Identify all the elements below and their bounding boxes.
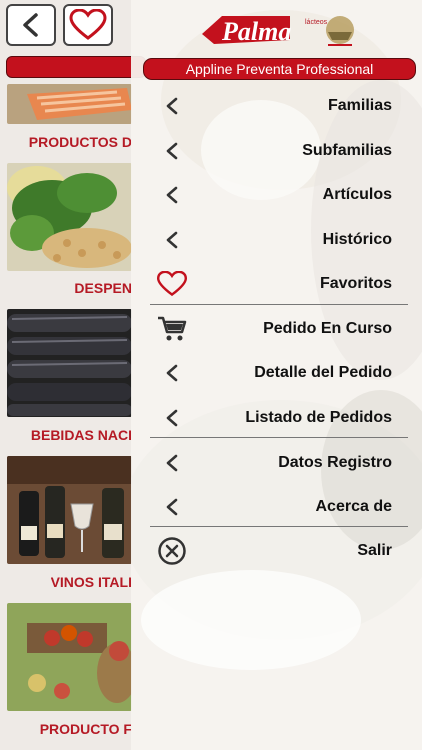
menu-item-label: Artículos [322, 186, 392, 203]
category-image-fruit [7, 603, 132, 711]
chevron-left-icon [154, 403, 190, 433]
category-image-bottles [7, 309, 132, 417]
menu-item-label: Histórico [322, 231, 392, 248]
menu-item-label: Salir [357, 542, 392, 559]
menu-item-pedido-en-curso[interactable]: Pedido En Curso [150, 307, 408, 351]
menu-item-articulos[interactable]: Artículos [150, 173, 408, 217]
category-image-wine [7, 456, 132, 564]
chevron-left-icon [154, 91, 190, 121]
menu-item-label: Pedido En Curso [263, 320, 392, 337]
menu-item-detalle-del-pedido[interactable]: Detalle del Pedido [150, 351, 408, 395]
category-header-bar [6, 56, 146, 78]
menu-item-label: Favoritos [319, 275, 392, 292]
cart-icon [154, 314, 190, 344]
category-item[interactable]: VINOS ITALI [7, 456, 132, 596]
category-item[interactable]: PRODUCTOS D [7, 84, 132, 156]
chevron-left-icon [154, 180, 190, 210]
chevron-left-icon [154, 225, 190, 255]
category-item[interactable]: PRODUCTO F [7, 603, 132, 743]
category-item[interactable]: DESPEN [7, 163, 132, 303]
menu-item-historico[interactable]: Histórico [150, 218, 408, 262]
palma-logo: Palma lácteos [200, 10, 360, 50]
menu-item-label: Datos Registro [278, 454, 392, 471]
menu-item-label: Listado de Pedidos [245, 409, 392, 426]
menu-item-familias[interactable]: Familias [150, 84, 408, 128]
menu-item-label: Acerca de [315, 498, 393, 515]
menu-item-favoritos[interactable]: Favoritos [150, 262, 408, 306]
menu-divider [150, 526, 408, 527]
category-label: BEBIDAS NACI [30, 427, 132, 443]
svg-text:Palma: Palma [221, 17, 291, 46]
category-item[interactable]: BEBIDAS NACI [7, 309, 132, 449]
close-circle-icon [154, 536, 190, 566]
menu-item-listado-de-pedidos[interactable]: Listado de Pedidos [150, 396, 408, 440]
heart-icon [69, 9, 107, 40]
menu-item-label: Subfamilias [302, 142, 392, 159]
chevron-left-icon [154, 136, 190, 166]
menu-item-subfamilias[interactable]: Subfamilias [150, 129, 408, 173]
menu-divider [150, 437, 408, 438]
chevron-left-icon [154, 358, 190, 388]
app-title-banner: Appline Preventa Professional [143, 58, 416, 80]
category-image-salmon [7, 84, 132, 124]
svg-text:lácteos: lácteos [305, 19, 328, 26]
category-label: DESPEN [74, 280, 132, 296]
top-toolbar [0, 0, 140, 52]
favorites-button[interactable] [63, 4, 113, 46]
category-label: PRODUCTO F [39, 721, 132, 737]
back-button[interactable] [6, 4, 56, 46]
category-image-pesto [7, 163, 132, 271]
category-label: PRODUCTOS D [28, 134, 132, 150]
menu-item-salir[interactable]: Salir [150, 529, 408, 573]
menu-item-label: Detalle del Pedido [254, 364, 392, 381]
heart-icon [154, 269, 190, 299]
menu-item-acerca-de[interactable]: Acerca de [150, 485, 408, 529]
category-label: VINOS ITALI [50, 574, 132, 590]
menu-item-label: Familias [327, 97, 392, 114]
menu-item-datos-registro[interactable]: Datos Registro [150, 441, 408, 485]
chevron-left-icon [154, 448, 190, 478]
chevron-left-icon [23, 13, 38, 37]
chevron-left-icon [154, 492, 190, 522]
menu-divider [150, 304, 408, 305]
